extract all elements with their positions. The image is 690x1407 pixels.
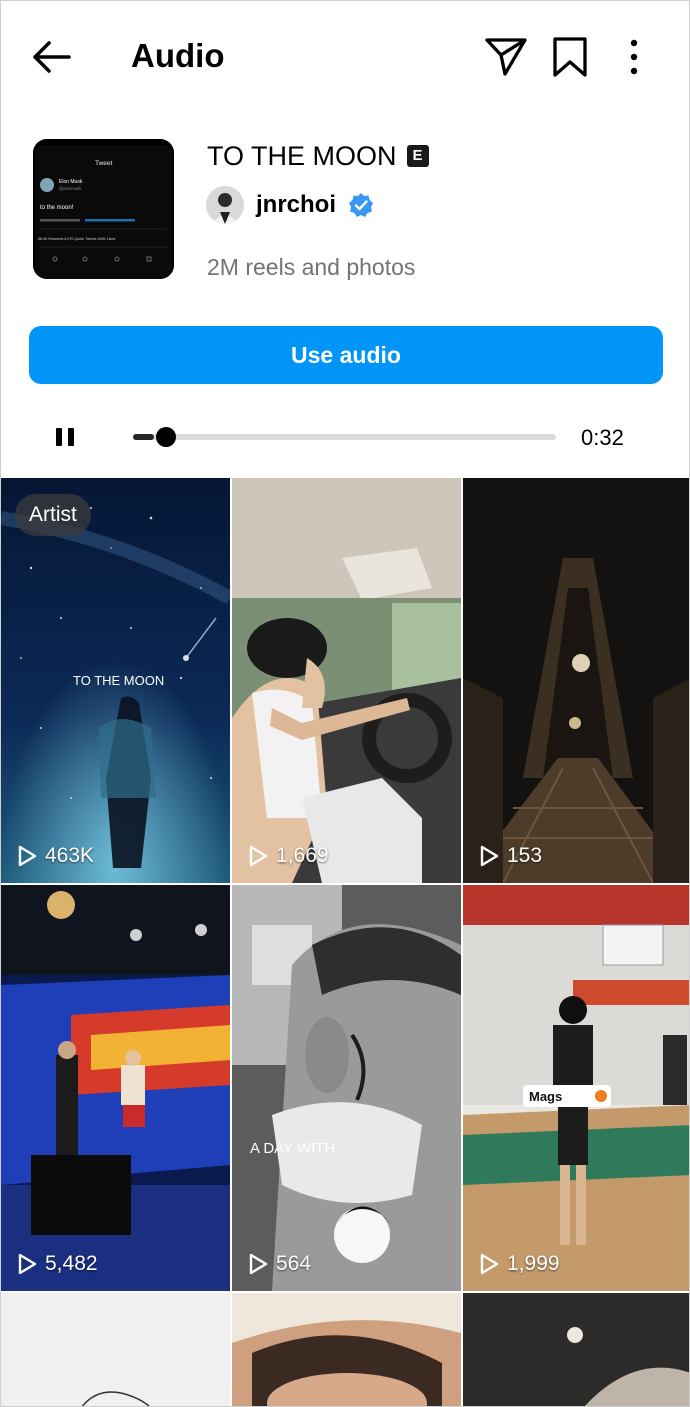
play-count: 153 bbox=[479, 843, 542, 869]
use-audio-button[interactable]: Use audio bbox=[29, 326, 663, 384]
reel-thumbnail bbox=[232, 1293, 461, 1406]
reel-tile[interactable]: TO THE MOON Artist 463K bbox=[1, 478, 230, 883]
audio-page: Audio Tweet Elon Musk @elonmusk to the m… bbox=[0, 0, 690, 1407]
overlay-text: A DAY WITH bbox=[250, 1140, 335, 1157]
arrow-left-icon bbox=[33, 41, 71, 73]
pause-button[interactable] bbox=[51, 419, 81, 455]
cover-tweet-text: to the moon! bbox=[40, 205, 74, 211]
pause-icon bbox=[56, 428, 74, 446]
reel-tile[interactable] bbox=[1, 1293, 230, 1406]
page-title: Audio bbox=[131, 37, 225, 74]
more-vertical-icon bbox=[630, 39, 638, 75]
play-count-value: 564 bbox=[276, 1252, 312, 1275]
reel-thumbnail bbox=[463, 1293, 689, 1406]
play-icon bbox=[18, 845, 37, 867]
more-options-button[interactable] bbox=[619, 35, 649, 79]
play-count: 1,999 bbox=[479, 1251, 560, 1277]
play-count-value: 153 bbox=[507, 844, 543, 867]
audio-cover-image: Tweet Elon Musk @elonmusk to the moon! 6… bbox=[33, 139, 174, 279]
play-count: 564 bbox=[248, 1251, 311, 1277]
play-icon bbox=[18, 1253, 37, 1275]
reel-tile[interactable]: 153 bbox=[463, 478, 689, 883]
play-count-value: 5,482 bbox=[45, 1252, 98, 1275]
verified-badge-icon bbox=[349, 193, 374, 217]
play-icon bbox=[480, 1253, 499, 1275]
back-button[interactable] bbox=[27, 35, 75, 79]
bookmark-icon bbox=[553, 37, 587, 77]
play-count-value: 463K bbox=[45, 844, 95, 867]
avatar bbox=[206, 186, 244, 224]
progress-scrubber[interactable] bbox=[156, 427, 177, 447]
overlay-text: Mags bbox=[529, 1089, 562, 1104]
progress-track[interactable] bbox=[133, 434, 556, 440]
reel-thumbnail: A DAY WITH bbox=[232, 885, 461, 1291]
artist-link[interactable]: jnrchoi bbox=[206, 185, 374, 225]
reel-thumbnail: TO THE MOON bbox=[1, 478, 230, 883]
cover-stats: 68.4K Retweets 6,970 Quote Tweets 549K L… bbox=[38, 237, 115, 241]
cover-handle: @elonmusk bbox=[59, 186, 82, 191]
cover-author: Elon Musk bbox=[59, 179, 83, 185]
reel-thumbnail bbox=[1, 1293, 230, 1406]
reel-thumbnail bbox=[463, 478, 689, 883]
top-bar: Audio bbox=[1, 1, 689, 111]
reel-thumbnail bbox=[232, 478, 461, 883]
artist-name: jnrchoi bbox=[256, 191, 337, 218]
play-count: 5,482 bbox=[17, 1251, 98, 1277]
play-count: 1,669 bbox=[248, 843, 329, 869]
reel-tile[interactable] bbox=[463, 1293, 689, 1406]
reel-tile[interactable]: 5,482 bbox=[1, 885, 230, 1291]
play-count: 463K bbox=[17, 843, 94, 869]
reel-thumbnail: Mags bbox=[463, 885, 689, 1291]
share-button[interactable] bbox=[483, 35, 529, 77]
play-icon bbox=[480, 845, 499, 867]
save-button[interactable] bbox=[549, 35, 591, 79]
playback-time: 0:32 bbox=[581, 425, 624, 450]
overlay-text: TO THE MOON bbox=[73, 673, 164, 688]
play-icon bbox=[249, 845, 268, 867]
reel-thumbnail bbox=[1, 885, 230, 1291]
explicit-badge: E bbox=[406, 145, 429, 167]
artist-badge: Artist bbox=[15, 494, 91, 536]
progress-fill bbox=[133, 434, 155, 440]
play-count-value: 1,669 bbox=[276, 844, 329, 867]
paper-plane-icon bbox=[485, 38, 527, 76]
play-count-value: 1,999 bbox=[507, 1252, 560, 1275]
reel-tile[interactable]: A DAY WITH 564 bbox=[232, 885, 461, 1291]
audio-title: TO THE MOON E bbox=[207, 139, 429, 173]
reel-tile[interactable] bbox=[232, 1293, 461, 1406]
cover-app-title: Tweet bbox=[95, 160, 113, 167]
reel-tile[interactable]: 1,669 bbox=[232, 478, 461, 883]
play-icon bbox=[249, 1253, 268, 1275]
audio-title-text: TO THE MOON bbox=[207, 141, 397, 171]
reel-count: 2M reels and photos bbox=[207, 254, 416, 280]
reel-tile[interactable]: Mags 1,999 bbox=[463, 885, 689, 1291]
